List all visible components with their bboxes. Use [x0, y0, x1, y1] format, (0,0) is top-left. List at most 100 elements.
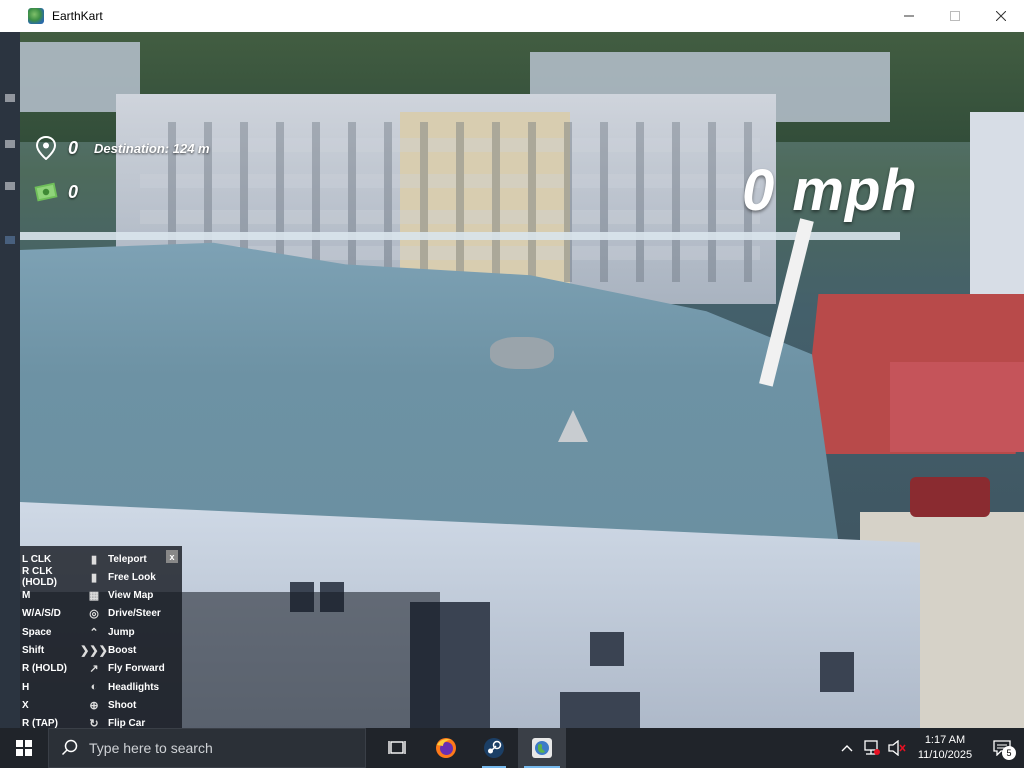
notification-count-badge: 5 — [1002, 746, 1016, 760]
taskbar-search[interactable]: Type here to search — [48, 728, 366, 768]
control-key: R CLK (HOLD) — [22, 566, 57, 589]
close-icon — [996, 11, 1006, 21]
task-view-icon — [388, 741, 406, 754]
control-action: Fly Forward — [108, 663, 165, 675]
control-action: Boost — [108, 645, 137, 656]
rooftop-edge — [20, 232, 900, 240]
control-action: View Map — [108, 590, 154, 602]
title-bar[interactable]: EarthKart — [0, 0, 1024, 33]
desktop-icon-fragment — [5, 236, 15, 244]
controls-row: Space ⌃ Jump — [22, 623, 182, 641]
control-key: M — [22, 590, 31, 602]
money-count: 0 — [68, 181, 79, 202]
window — [820, 652, 854, 692]
window — [560, 692, 640, 728]
control-key: R (HOLD) — [22, 663, 67, 675]
minimize-button[interactable] — [886, 0, 932, 32]
earthkart-globe-icon — [28, 8, 44, 24]
clock[interactable]: 1:17 AM 11/10/2025 — [910, 728, 980, 768]
control-action: Teleport — [108, 553, 147, 565]
control-key: Space — [22, 626, 52, 638]
control-action: Flip Car — [108, 718, 146, 728]
left-mouse-icon: ▮ — [90, 553, 98, 566]
headlights-icon: ◐ — [90, 681, 98, 694]
destinations-count: 0 — [68, 137, 79, 158]
search-placeholder: Type here to search — [89, 740, 213, 756]
controls-row: M ▦ View Map — [22, 587, 182, 605]
money-icon — [34, 180, 58, 204]
controls-row: L CLK ▮ Teleport — [22, 550, 182, 568]
red-roof-house — [890, 362, 1024, 452]
flip-icon: ↻ — [89, 718, 99, 728]
clock-date: 11/10/2025 — [917, 749, 973, 761]
close-button[interactable] — [978, 0, 1024, 32]
window — [590, 632, 624, 666]
controls-row: R CLK (HOLD) ▮ Free Look — [22, 566, 182, 589]
controls-row: X ⊕ Shoot — [22, 696, 182, 714]
controls-help-panel: x L CLK ▮ Teleport R CLK (HOLD) ▮ Free Look M ▦… — [20, 546, 182, 728]
parked-car — [910, 477, 990, 517]
start-button[interactable] — [0, 728, 48, 768]
network-icon — [864, 740, 880, 755]
window-title: EarthKart — [52, 9, 103, 23]
firefox-icon — [436, 738, 456, 758]
destination-distance: Destination: 124 m — [94, 140, 210, 156]
control-action: Shoot — [108, 699, 137, 711]
roof-vent — [490, 337, 554, 369]
taskbar: Type here to search 1:17 AM 11/10/2025 5 — [0, 728, 1024, 768]
windows-logo-icon — [16, 740, 32, 756]
show-hidden-icons-button[interactable] — [836, 728, 858, 768]
steam-icon — [484, 738, 504, 758]
controls-row: H ◐ Headlights — [22, 678, 182, 696]
earthkart-window: EarthKart 0 Destination: 124 m 0 0 mph x… — [0, 0, 1024, 728]
map-icon: ▦ — [88, 590, 100, 603]
network-button[interactable] — [858, 728, 884, 768]
desktop-background-strip — [0, 32, 20, 728]
controls-row: R (TAP) ↻ Flip Car — [22, 715, 182, 728]
controls-row: Shift ❯❯❯ Boost — [22, 642, 182, 660]
volume-muted-icon — [888, 740, 906, 756]
speedometer: 0 mph — [742, 158, 918, 223]
shoot-icon: ⊕ — [89, 699, 99, 712]
desktop-icon-fragment — [5, 182, 15, 190]
maximize-button[interactable] — [932, 0, 978, 32]
control-action: Drive/Steer — [108, 608, 161, 620]
chevron-up-icon — [841, 745, 853, 752]
task-view-button[interactable] — [374, 728, 422, 768]
desktop-icon-fragment — [5, 140, 15, 148]
window-controls — [886, 0, 1024, 32]
maximize-icon — [950, 11, 960, 21]
volume-button[interactable] — [884, 728, 910, 768]
desktop-icon-fragment — [5, 94, 15, 102]
control-key: L CLK — [22, 553, 52, 565]
control-key: H — [22, 681, 30, 693]
control-action: Headlights — [108, 681, 160, 693]
controls-row: R (HOLD) ↗ Fly Forward — [22, 660, 182, 678]
clock-time: 1:17 AM — [924, 734, 966, 746]
control-key: Shift — [22, 645, 45, 656]
search-icon — [61, 739, 83, 757]
earthkart-icon — [532, 738, 552, 758]
hud-destination-row: 0 Destination: 124 m — [34, 136, 210, 160]
location-pin-icon — [34, 136, 58, 160]
fly-icon: ↗ — [89, 663, 99, 676]
action-center-button[interactable]: 5 — [980, 728, 1024, 768]
control-key: R (TAP) — [22, 718, 58, 728]
boost-icon: ❯❯❯ — [80, 645, 108, 657]
steam-button[interactable] — [470, 728, 518, 768]
control-action: Free Look — [108, 571, 156, 583]
steering-wheel-icon: ◎ — [89, 608, 99, 621]
jump-icon: ⌃ — [89, 626, 99, 639]
hud-money-row: 0 — [34, 180, 78, 204]
control-action: Jump — [108, 626, 135, 638]
right-mouse-icon: ▮ — [90, 571, 98, 584]
earthkart-taskbar-button[interactable] — [518, 728, 566, 768]
control-key: X — [22, 699, 29, 711]
control-key: W/A/S/D — [22, 608, 61, 620]
taskbar-apps — [374, 728, 566, 768]
system-tray: 1:17 AM 11/10/2025 5 — [836, 728, 1024, 768]
game-viewport[interactable]: 0 Destination: 124 m 0 0 mph x L CLK ▮ Tel… — [20, 32, 1024, 728]
controls-row: W/A/S/D ◎ Drive/Steer — [22, 605, 182, 623]
firefox-button[interactable] — [422, 728, 470, 768]
minimize-icon — [904, 15, 914, 17]
